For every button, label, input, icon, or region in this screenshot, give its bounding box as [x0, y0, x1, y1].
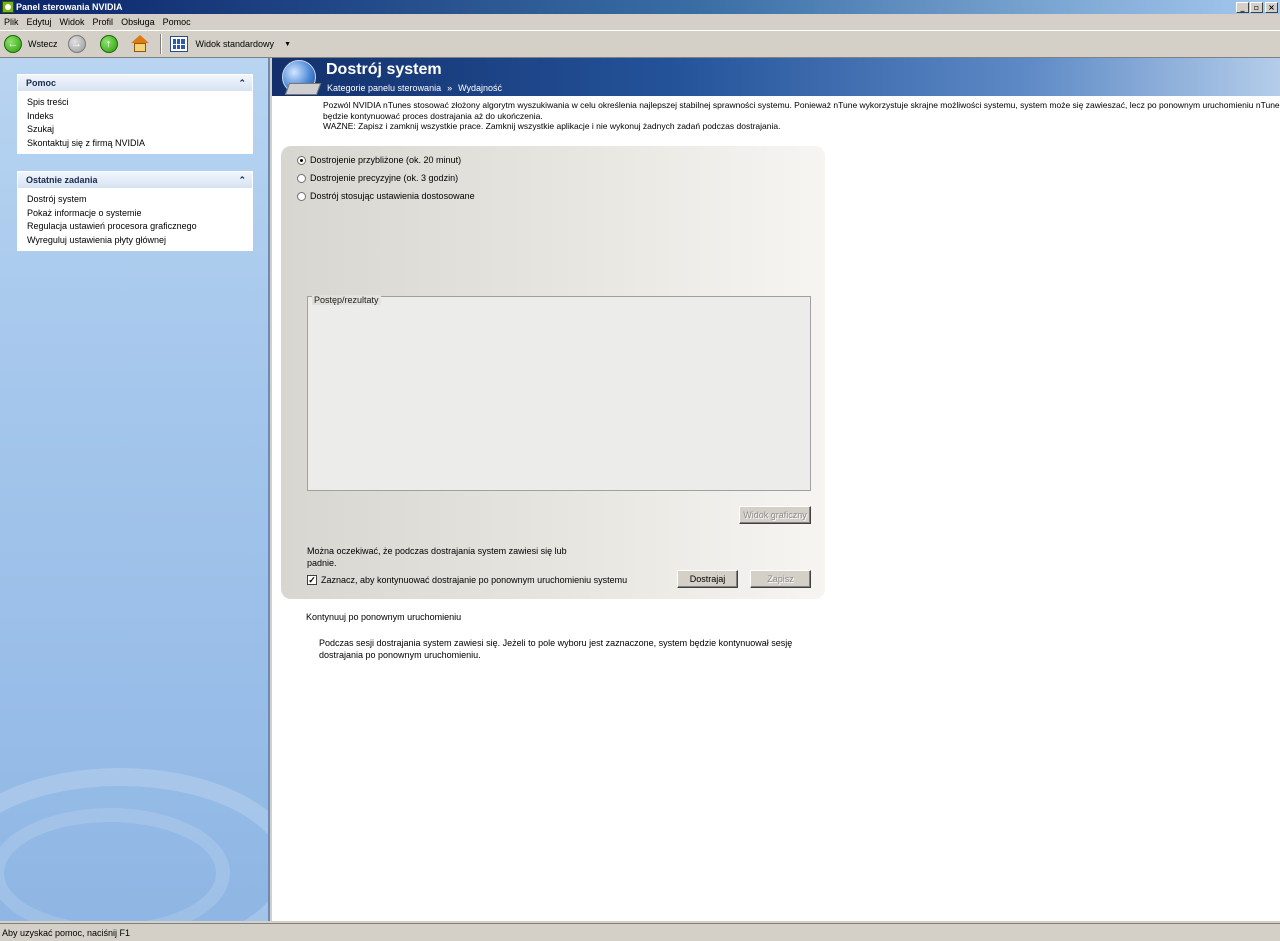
help-link-index[interactable]: Indeks: [27, 110, 252, 124]
status-text: Aby uzyskać pomoc, naciśnij F1: [2, 927, 131, 938]
continue-after-reboot-label[interactable]: Zaznacz, aby kontynuować dostrajanie po …: [321, 575, 627, 585]
page-description: Pozwól NVIDIA nTunes stosować złożony al…: [323, 100, 1280, 132]
page-title: Dostrój system: [326, 61, 442, 78]
window-controls: _ ▫ ×: [1235, 1, 1278, 13]
view-mode-label[interactable]: Widok standardowy: [196, 39, 275, 49]
home-icon[interactable]: [130, 34, 150, 54]
description-line-3: WAŻNE: Zapisz i zamknij wszystkie prace.…: [323, 121, 781, 131]
page-banner: Dostrój system Kategorie panelu sterowan…: [272, 58, 1280, 96]
back-arrow-icon[interactable]: ←: [4, 35, 22, 53]
progress-results-group: Postęp/rezultaty: [307, 295, 811, 491]
title-bar: Panel sterowania NVIDIA _ ▫ ×: [0, 0, 1280, 14]
main-content: Dostrój system Kategorie panelu sterowan…: [272, 58, 1280, 921]
radio-custom[interactable]: [297, 191, 306, 201]
recent-task-gpu-settings[interactable]: Regulacja ustawień procesora graficznego: [27, 220, 252, 234]
option-approximate-label[interactable]: Dostrojenie przybliżone (ok. 20 minut): [310, 155, 461, 165]
radio-approximate[interactable]: [297, 155, 306, 165]
recent-task-system-info[interactable]: Pokaż informacje o systemie: [27, 207, 252, 221]
radio-precise[interactable]: [297, 173, 306, 183]
menu-file[interactable]: Plik: [4, 17, 19, 27]
save-button[interactable]: Zapisz: [750, 570, 811, 588]
nvidia-app-icon: [2, 1, 14, 13]
menu-support[interactable]: Obsługa: [121, 17, 155, 27]
tuning-panel: Dostrojenie przybliżone (ok. 20 minut) D…: [281, 146, 825, 599]
collapse-chevron-icon[interactable]: ⌃: [238, 78, 246, 89]
recent-task-motherboard-settings[interactable]: Wyreguluj ustawienia płyty głównej: [27, 234, 252, 248]
forward-arrow-icon[interactable]: →: [67, 35, 86, 53]
breadcrumb-category[interactable]: Kategorie panelu sterowania: [327, 83, 441, 93]
breadcrumb-current[interactable]: Wydajność: [458, 83, 502, 93]
help-link-contact-nvidia[interactable]: Skontaktuj się z firmą NVIDIA: [27, 137, 252, 151]
graph-view-button[interactable]: Widok graficzny: [739, 506, 811, 524]
info-text: Podczas sesji dostrajania system zawiesi…: [319, 638, 793, 660]
close-button[interactable]: ×: [1265, 1, 1278, 13]
help-box-title: Pomoc: [26, 78, 57, 88]
option-custom[interactable]: Dostrój stosując ustawienia dostosowane: [297, 191, 475, 201]
status-bar: Aby uzyskać pomoc, naciśnij F1: [0, 923, 1280, 941]
help-link-search[interactable]: Szukaj: [27, 123, 252, 137]
recent-task-tune-system[interactable]: Dostrój system: [27, 193, 252, 207]
menu-help[interactable]: Pomoc: [163, 17, 191, 27]
description-line-1: Pozwól NVIDIA nTunes stosować złożony al…: [323, 100, 1280, 110]
task-sidebar: Pomoc ⌃ Spis treści Indeks Szukaj Skonta…: [0, 58, 270, 921]
option-approximate[interactable]: Dostrojenie przybliżone (ok. 20 minut): [297, 155, 461, 165]
recent-tasks-header[interactable]: Ostatnie zadania ⌃: [18, 172, 252, 188]
collapse-chevron-icon[interactable]: ⌃: [238, 175, 246, 186]
window-title: Panel sterowania NVIDIA: [16, 2, 123, 12]
breadcrumb: Kategorie panelu sterowania » Wydajność: [327, 83, 502, 93]
description-line-2: będzie kontynuować proces dostrajania aż…: [323, 110, 543, 121]
view-dropdown-arrow-icon[interactable]: ▼: [284, 41, 291, 48]
toolbar-separator: [159, 34, 162, 54]
recent-tasks-title: Ostatnie zadania: [26, 175, 98, 185]
menu-edit[interactable]: Edytuj: [27, 17, 52, 27]
info-title: Kontynuuj po ponownym uruchomieniu: [306, 612, 462, 622]
tune-button[interactable]: Dostrajaj: [677, 570, 738, 588]
up-arrow-icon[interactable]: ↑: [99, 35, 118, 53]
restore-button[interactable]: ▫: [1250, 1, 1263, 13]
view-grid-icon[interactable]: [169, 36, 188, 52]
continue-after-reboot-checkbox[interactable]: ✓: [307, 575, 317, 585]
crash-warning: Można oczekiwać, że podczas dostrajania …: [307, 546, 567, 568]
back-button-label[interactable]: Wstecz: [28, 39, 58, 49]
option-precise[interactable]: Dostrojenie precyzyjne (ok. 3 godzin): [297, 173, 458, 183]
progress-results-legend: Postęp/rezultaty: [312, 295, 381, 305]
option-precise-label[interactable]: Dostrojenie precyzyjne (ok. 3 godzin): [310, 173, 458, 183]
recent-tasks-box: Ostatnie zadania ⌃ Dostrój system Pokaż …: [17, 171, 253, 251]
menu-profile[interactable]: Profil: [93, 17, 114, 27]
continue-after-reboot-row[interactable]: ✓ Zaznacz, aby kontynuować dostrajanie p…: [307, 575, 627, 585]
toolbar: ← Wstecz → ↑ Widok standardowy ▼: [0, 30, 1280, 58]
help-box-header[interactable]: Pomoc ⌃: [18, 75, 252, 91]
breadcrumb-separator: »: [447, 83, 453, 93]
menu-bar: Plik Edytuj Widok Profil Obsługa Pomoc: [0, 14, 1280, 30]
minimize-button[interactable]: _: [1236, 1, 1249, 13]
help-box: Pomoc ⌃ Spis treści Indeks Szukaj Skonta…: [17, 74, 253, 154]
option-custom-label[interactable]: Dostrój stosując ustawienia dostosowane: [310, 191, 475, 201]
menu-view[interactable]: Widok: [60, 17, 85, 27]
system-tune-icon: [282, 60, 316, 94]
help-link-contents[interactable]: Spis treści: [27, 96, 252, 110]
